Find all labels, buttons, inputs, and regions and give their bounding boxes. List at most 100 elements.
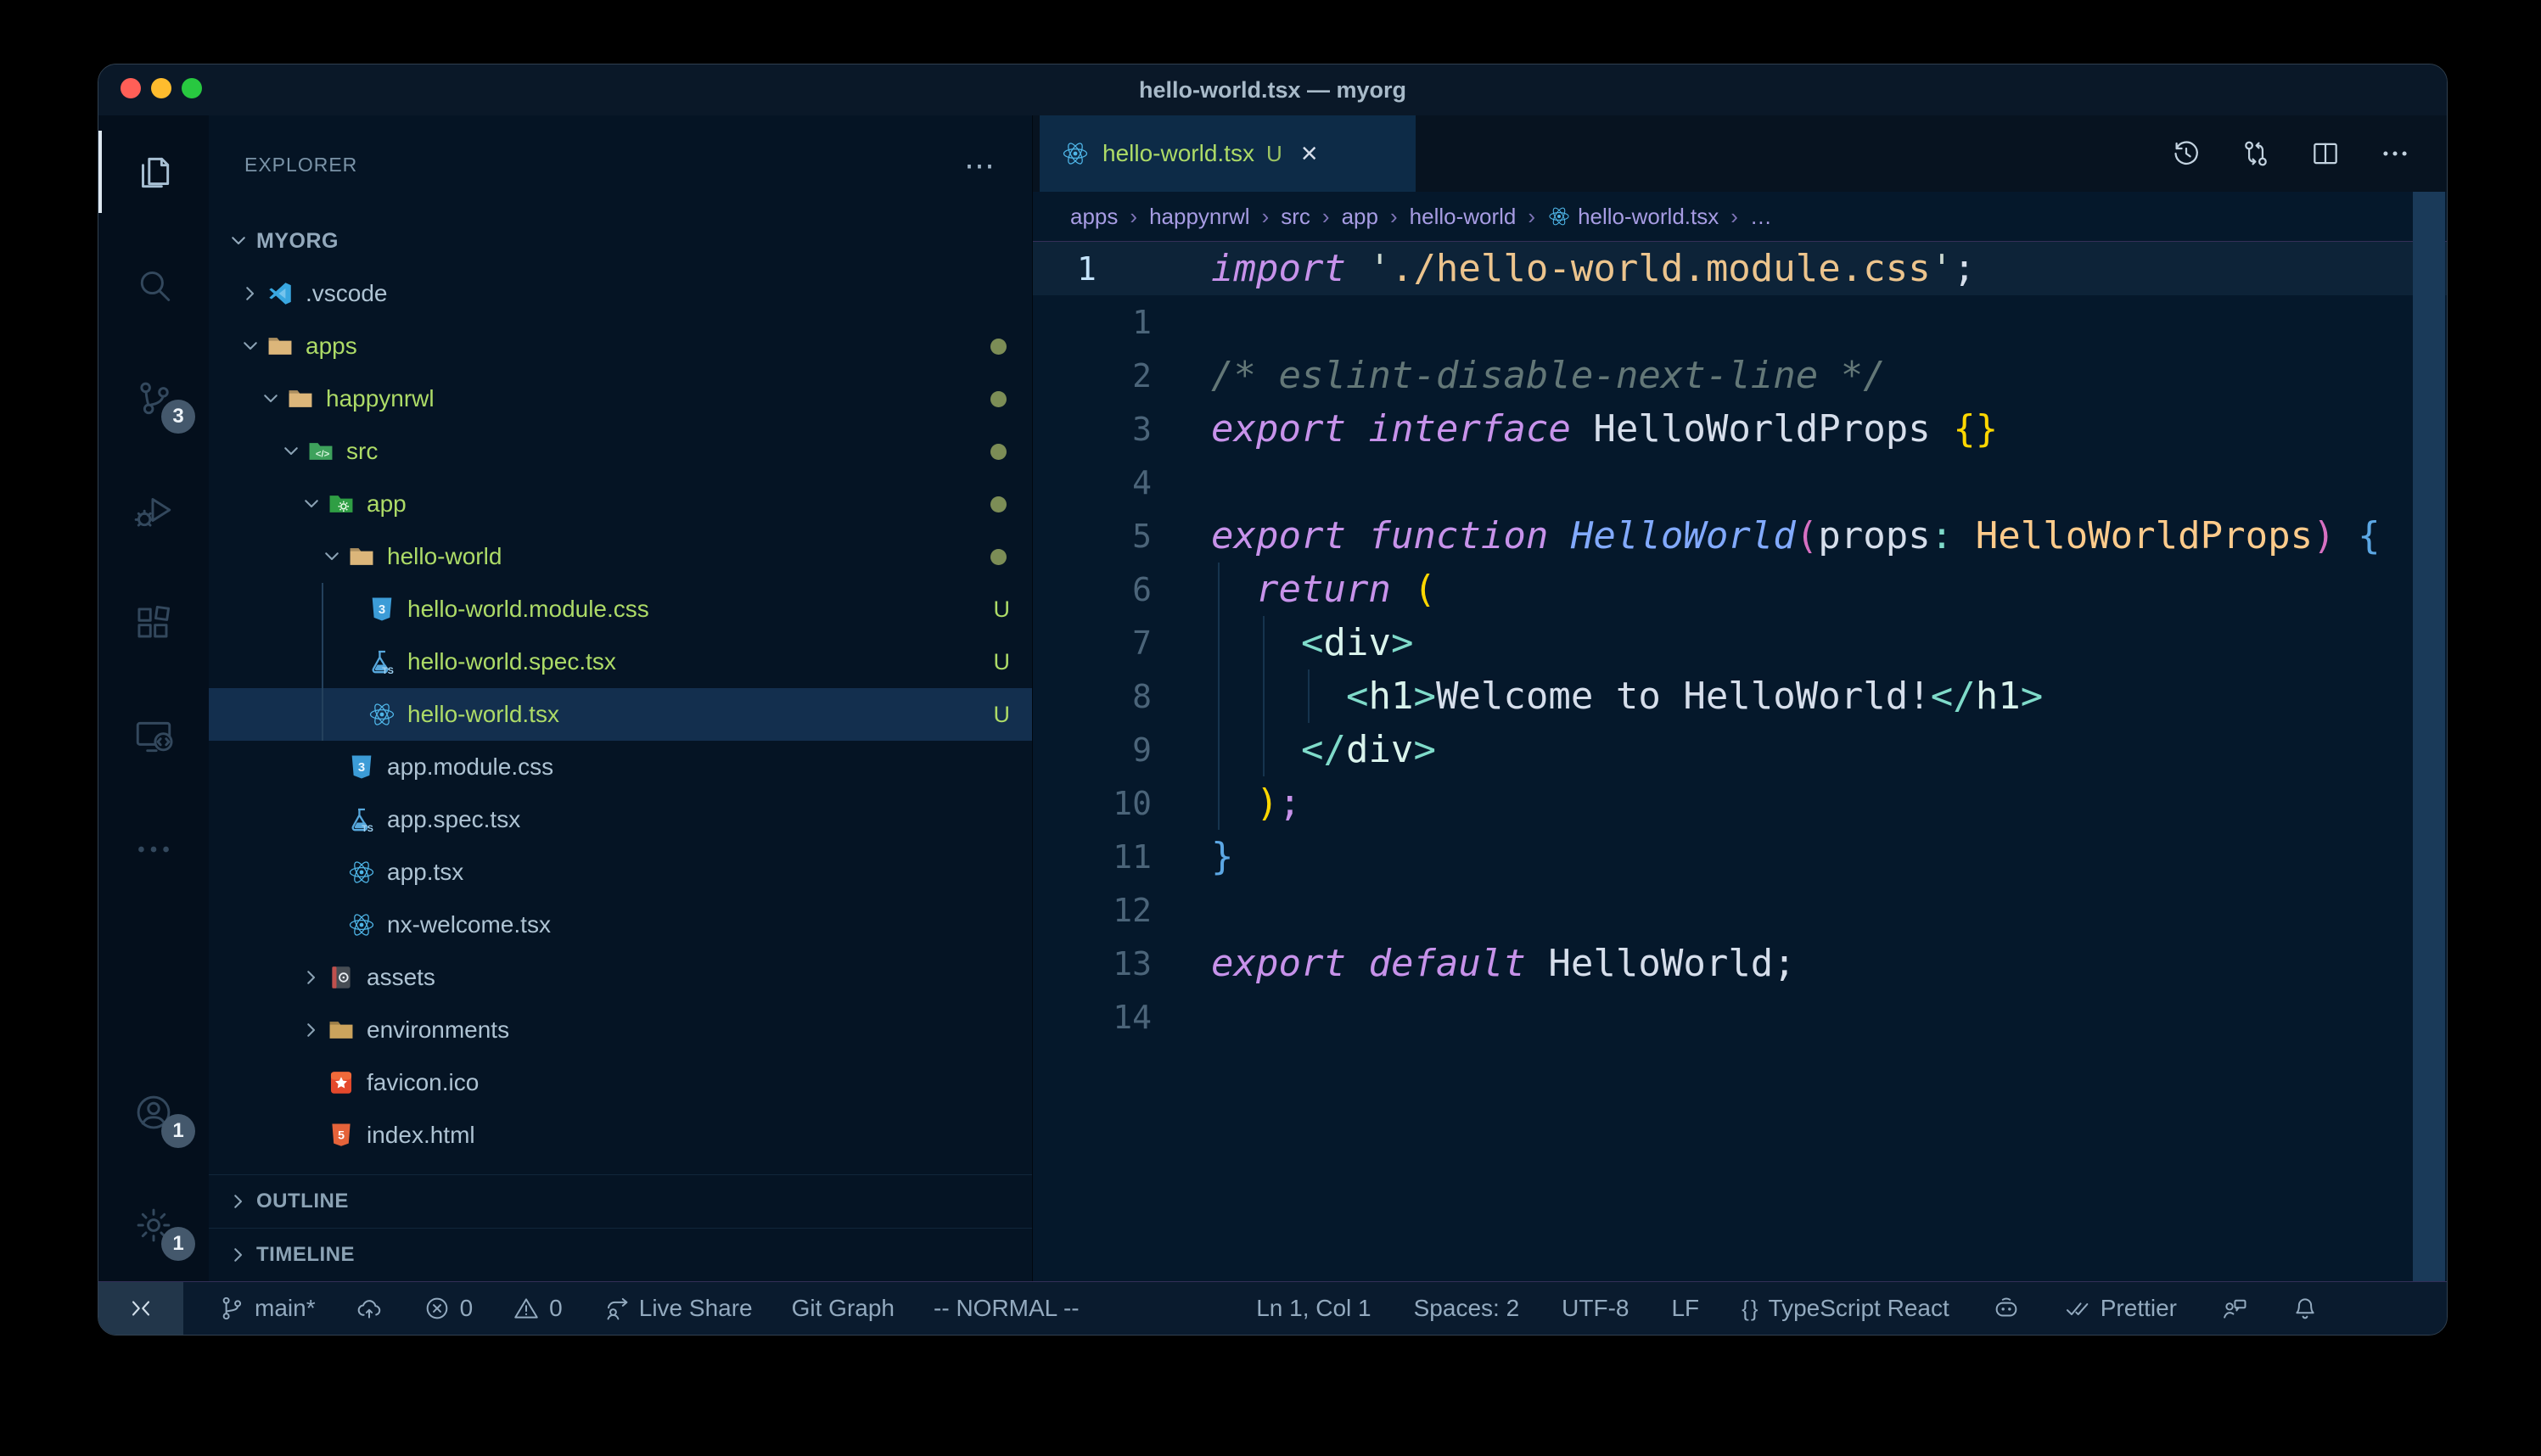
status-item-prettier[interactable]: Prettier (2063, 1294, 2177, 1323)
minimize-window-button[interactable] (151, 78, 171, 98)
activity-item-run-debug[interactable] (98, 454, 209, 567)
react-icon (367, 699, 397, 730)
code-line[interactable]: 3export interface HelloWorldProps {} (1033, 402, 2447, 456)
code-editor[interactable]: 1import './hello-world.module.css'; 1 2/* … (1033, 242, 2447, 1281)
more-icon[interactable] (2379, 137, 2411, 170)
code-token: > (1391, 621, 1414, 664)
status-item-typescript-react[interactable]: {}TypeScript React (1742, 1295, 1949, 1322)
code-line[interactable]: 4 (1033, 456, 2447, 509)
code-line[interactable]: 12 (1033, 883, 2447, 937)
code-token: ) (2313, 514, 2336, 557)
folder-src-icon: </> (306, 436, 336, 467)
tree-root-myorg[interactable]: MYORG (209, 215, 1032, 267)
status-item-bell[interactable] (2291, 1294, 2319, 1323)
tree-item-app-module-css[interactable]: 3app.module.css (209, 741, 1032, 793)
breadcrumb-item-[interactable]: … (1750, 204, 1772, 230)
breadcrumb-item-hello-world[interactable]: hello-world (1410, 204, 1517, 230)
status-item-sync[interactable] (355, 1294, 384, 1323)
compare-changes-icon[interactable] (2240, 137, 2272, 170)
tree-item-happynrwl[interactable]: happynrwl (209, 372, 1032, 425)
code-line[interactable]: 8 <h1>Welcome to HelloWorld!</h1> (1033, 669, 2447, 723)
tree-item-app[interactable]: app (209, 478, 1032, 530)
close-tab-icon[interactable]: × (1301, 139, 1318, 168)
status-item-live-share[interactable]: Live Share (602, 1294, 753, 1323)
line-number: 12 (1033, 892, 1194, 929)
line-number: 9 (1033, 731, 1194, 769)
activity-item-remote-explorer[interactable] (98, 680, 209, 792)
activity-item-accounts[interactable]: 1 (98, 1056, 209, 1168)
split-editor-icon[interactable] (2309, 137, 2342, 170)
code-line[interactable]: 11} (1033, 830, 2447, 883)
tree-item-decorations: U (994, 649, 1033, 675)
tree-item-hello-world[interactable]: hello-world (209, 530, 1032, 583)
code-line[interactable]: 10 ); (1033, 776, 2447, 830)
tree-item-nx-welcome-tsx[interactable]: nx-welcome.tsx (209, 899, 1032, 951)
code-line[interactable]: 1 (1033, 295, 2447, 349)
breadcrumb-item-hello-world-tsx[interactable]: hello-world.tsx (1547, 204, 1719, 230)
activity-item-more[interactable] (98, 792, 209, 905)
zoom-window-button[interactable] (182, 78, 202, 98)
status-item-lf[interactable]: LF (1671, 1295, 1699, 1322)
code-token: </ (1301, 728, 1346, 771)
sidebar-more-actions-button[interactable]: ⋯ (964, 157, 995, 174)
code-line[interactable]: 1import './hello-world.module.css'; (1033, 242, 2447, 295)
tab-hello-world-tsx[interactable]: hello-world.tsx U × (1040, 115, 1416, 192)
status-item-ln-1-col-1[interactable]: Ln 1, Col 1 (1256, 1295, 1371, 1322)
status-item-git-graph[interactable]: Git Graph (792, 1295, 895, 1322)
status-item-label: Ln 1, Col 1 (1256, 1295, 1371, 1322)
history-icon[interactable] (2170, 137, 2202, 170)
timeline-section-header[interactable]: TIMELINE (209, 1228, 1032, 1281)
code-line-content: import './hello-world.module.css'; (1194, 242, 2447, 295)
code-line[interactable]: 13export default HelloWorld; (1033, 937, 2447, 990)
code-line[interactable]: 2/* eslint-disable-next-line */ (1033, 349, 2447, 402)
tree-item-index-html[interactable]: 5index.html (209, 1109, 1032, 1162)
code-line[interactable]: 9 </div> (1033, 723, 2447, 776)
tree-item-decorations (990, 496, 1032, 512)
status-item-spaces-2[interactable]: Spaces: 2 (1414, 1295, 1520, 1322)
status-item-main[interactable]: main* (217, 1294, 316, 1323)
code-token: export (1211, 514, 1346, 557)
status-item-feedback[interactable] (2219, 1294, 2248, 1323)
tree-item-hello-world-module-css[interactable]: 3hello-world.module.cssU (209, 583, 1032, 636)
close-window-button[interactable] (121, 78, 141, 98)
breadcrumb-item-app[interactable]: app (1342, 204, 1378, 230)
outline-section-header[interactable]: OUTLINE (209, 1174, 1032, 1228)
status-item-0[interactable]: 0 (423, 1294, 474, 1323)
remote-indicator[interactable] (98, 1282, 183, 1335)
activity-item-search[interactable] (98, 228, 209, 341)
code-line[interactable]: 7 <div> (1033, 616, 2447, 669)
tree-item-environments[interactable]: environments (209, 1004, 1032, 1056)
status-item-label: -- NORMAL -- (934, 1295, 1080, 1322)
line-number: 6 (1033, 571, 1194, 608)
activity-item-settings[interactable]: 1 (98, 1168, 209, 1281)
tree-item-assets[interactable]: assets (209, 951, 1032, 1004)
code-line-content (1194, 883, 2447, 937)
activity-item-source-control[interactable]: 3 (98, 341, 209, 454)
code-line[interactable]: 14 (1033, 990, 2447, 1044)
tree-item-src[interactable]: </>src (209, 425, 1032, 478)
tree-item-hello-world-tsx[interactable]: hello-world.tsxU (209, 688, 1032, 741)
tree-item-app-tsx[interactable]: app.tsx (209, 846, 1032, 899)
tree-item-vscode[interactable]: .vscode (209, 267, 1032, 320)
status-item-0[interactable]: 0 (512, 1294, 563, 1323)
activity-item-extensions[interactable] (98, 567, 209, 680)
status-item-copilot[interactable] (1992, 1294, 2021, 1323)
tree-item-label: hello-world (387, 543, 502, 570)
tree-item-app-spec-tsx[interactable]: TSapp.spec.tsx (209, 793, 1032, 846)
breadcrumb-item-apps[interactable]: apps (1070, 204, 1118, 230)
tree-item-apps[interactable]: apps (209, 320, 1032, 372)
activity-item-files[interactable] (98, 115, 209, 228)
status-item-normal[interactable]: -- NORMAL -- (934, 1295, 1080, 1322)
tree-item-hello-world-spec-tsx[interactable]: TShello-world.spec.tsxU (209, 636, 1032, 688)
code-line[interactable]: 5export function HelloWorld(props: Hello… (1033, 509, 2447, 563)
breadcrumb-item-src[interactable]: src (1281, 204, 1310, 230)
tree-item-decorations (990, 444, 1032, 460)
code-token: ' (1931, 247, 1954, 290)
tree-item-favicon-ico[interactable]: favicon.ico (209, 1056, 1032, 1109)
code-token: ) (1256, 781, 1279, 825)
breadcrumb-item-happynrwl[interactable]: happynrwl (1149, 204, 1250, 230)
status-item-utf-8[interactable]: UTF-8 (1562, 1295, 1629, 1322)
line-number: 1 (1033, 304, 1194, 341)
code-line[interactable]: 6 return ( (1033, 563, 2447, 616)
editor-scrollbar[interactable] (2413, 192, 2445, 1281)
